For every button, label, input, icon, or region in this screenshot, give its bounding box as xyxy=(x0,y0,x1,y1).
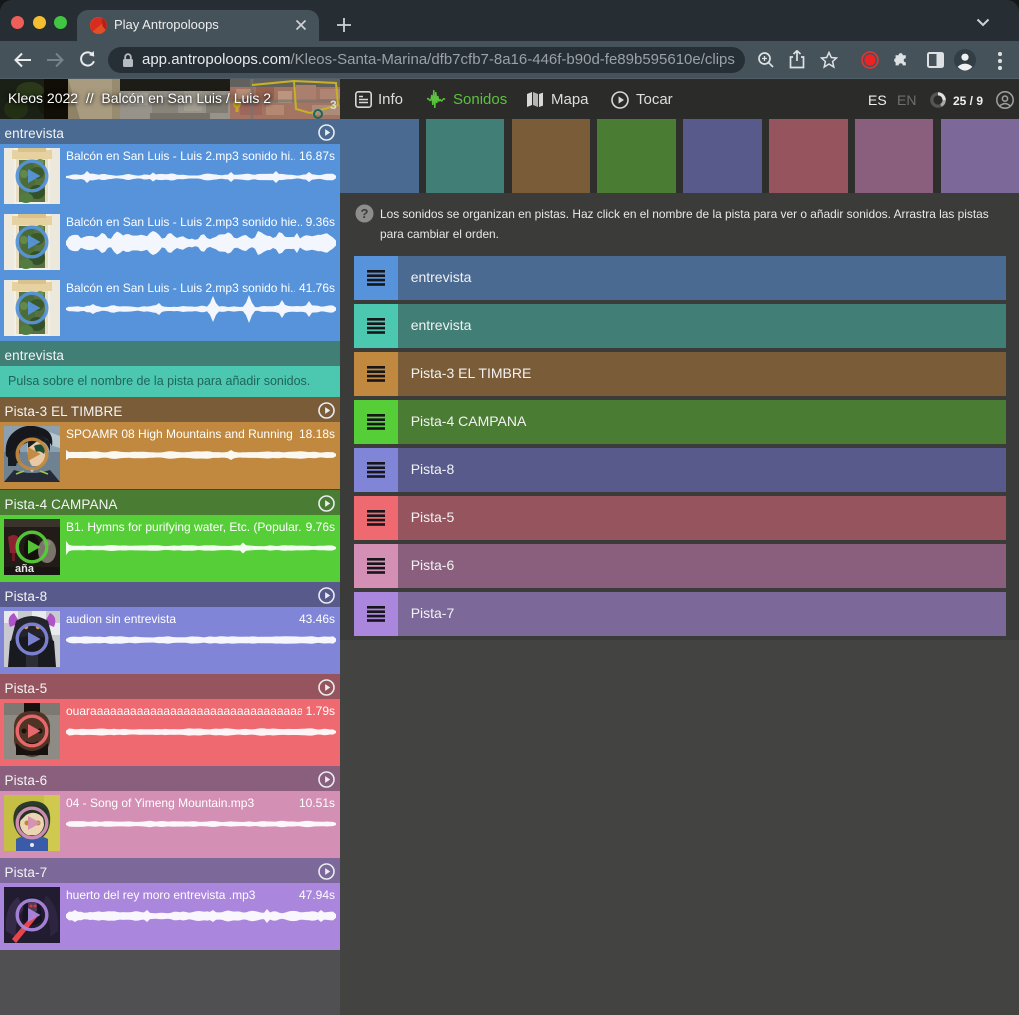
svg-text:?: ? xyxy=(361,206,369,221)
